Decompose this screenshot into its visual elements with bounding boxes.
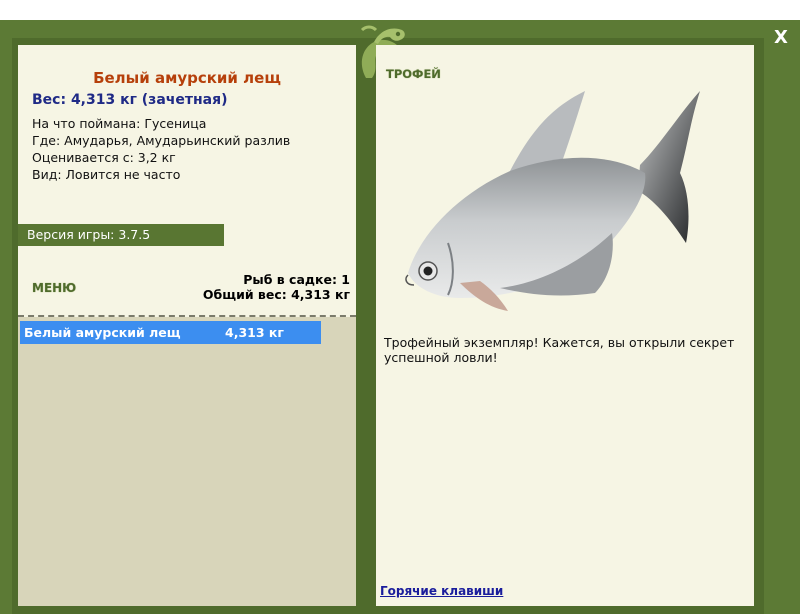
- fish-location: Где: Амударья, Амударьинский разлив: [32, 133, 291, 148]
- fish-weight: Вес: 4,313 кг (зачетная): [32, 92, 228, 108]
- fish-title: Белый амурский лещ: [93, 69, 281, 87]
- list-item-weight: 4,313 кг: [225, 325, 284, 340]
- list-item[interactable]: Белый амурский лещ 4,313 кг: [20, 321, 321, 344]
- fish-details: На что поймана: Гусеница Где: Амударья, …: [32, 115, 290, 183]
- menu-button[interactable]: МЕНЮ: [32, 281, 76, 295]
- hotkeys-link[interactable]: Горячие клавиши: [380, 584, 503, 598]
- fish-info-panel: Белый амурский лещ Вес: 4,313 кг (зачетн…: [18, 45, 356, 606]
- keepnet-stats: Рыб в садке: 1 Общий вес: 4,313 кг: [203, 272, 350, 302]
- keepnet-count: Рыб в садке: 1: [243, 272, 350, 287]
- fish-rated-from: Оценивается с: 3,2 кг: [32, 150, 176, 165]
- keepnet-total-weight: Общий вес: 4,313 кг: [202, 287, 350, 302]
- fish-kind: Вид: Ловится не часто: [32, 167, 181, 182]
- list-item-name: Белый амурский лещ: [24, 325, 181, 340]
- catch-list: Белый амурский лещ 4,313 кг: [18, 317, 356, 606]
- trophy-message: Трофейный экземпляр! Кажется, вы открыли…: [384, 335, 735, 365]
- trophy-label: ТРОФЕЙ: [386, 67, 441, 81]
- close-button[interactable]: X: [770, 27, 792, 49]
- bream-fish-image: [405, 91, 700, 311]
- trophy-panel: ТРОФЕЙ Трофейный экземпляр! Кажется, вы …: [376, 45, 754, 606]
- fish-bait: На что поймана: Гусеница: [32, 116, 207, 131]
- version-bar: Версия игры: 3.7.5: [18, 224, 224, 246]
